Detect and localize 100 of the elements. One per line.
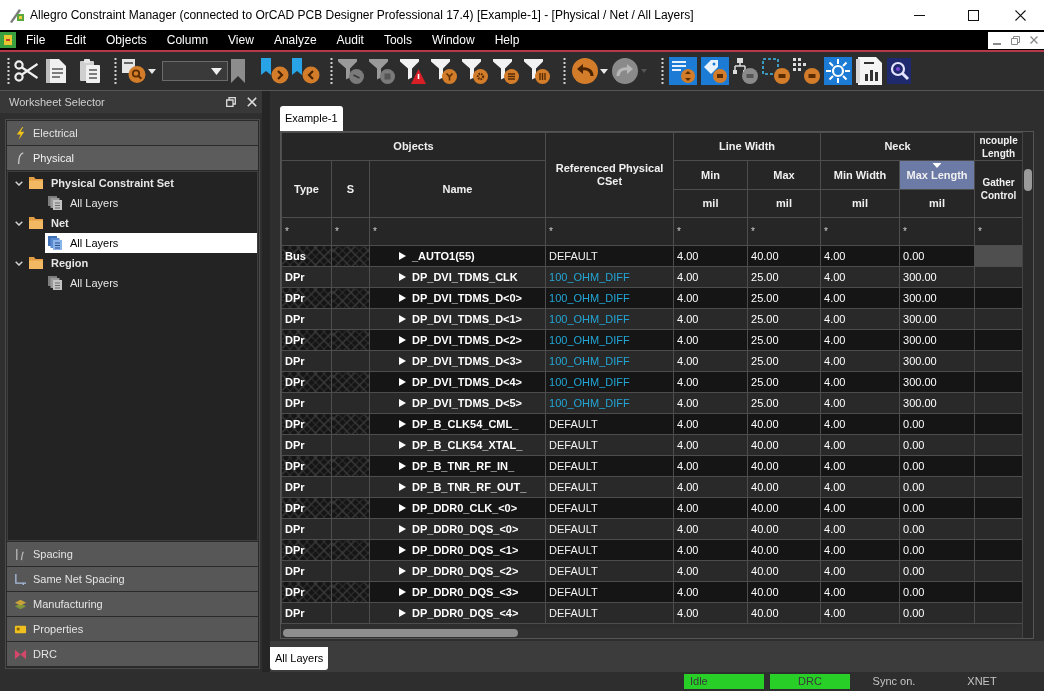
chevron-down-icon[interactable] (15, 220, 23, 226)
menu-item[interactable]: View (218, 30, 264, 50)
caret-icon[interactable] (600, 68, 608, 74)
bookmark-icon[interactable] (231, 59, 245, 83)
scrollbar-thumb[interactable] (1024, 169, 1032, 191)
menu-item[interactable]: Edit (55, 30, 97, 50)
expand-icon[interactable] (399, 336, 406, 344)
tab[interactable]: Example-1 (280, 106, 343, 131)
filter-bars-icon[interactable] (524, 58, 550, 84)
filter-icon[interactable] (338, 58, 364, 84)
filter-field[interactable]: * (281, 217, 332, 246)
column-group-header[interactable]: Line Width (673, 132, 821, 161)
column-header[interactable]: Type (281, 160, 332, 218)
filter-field[interactable]: * (747, 217, 821, 246)
search-icon[interactable] (887, 58, 911, 84)
chevron-down-icon[interactable] (15, 180, 23, 186)
toolbar-combo-field[interactable] (162, 61, 228, 81)
dot-grid-icon[interactable] (793, 58, 820, 84)
chevron-down-icon[interactable] (15, 260, 23, 266)
clipboard-icon[interactable] (80, 59, 100, 83)
expand-icon[interactable] (399, 504, 406, 512)
expand-icon[interactable] (399, 273, 406, 281)
tree-item[interactable]: All Layers (45, 273, 257, 293)
filter-icon[interactable] (431, 58, 457, 84)
accordion-header[interactable]: DRC (7, 642, 258, 666)
expand-icon[interactable] (399, 399, 406, 407)
bookmark-previous-icon[interactable] (292, 58, 320, 84)
column-group-header[interactable]: Objects (281, 132, 546, 161)
filter-field[interactable]: * (545, 217, 674, 246)
expand-icon[interactable] (399, 441, 406, 449)
grip-icon[interactable] (330, 58, 333, 84)
tag-badge-icon[interactable] (701, 57, 729, 85)
report-icon[interactable] (856, 57, 882, 85)
menu-item[interactable]: Help (484, 30, 530, 50)
network-icon[interactable] (732, 58, 758, 84)
caret-icon[interactable] (211, 67, 222, 75)
tree-item[interactable]: All Layers (45, 233, 257, 253)
menu-item[interactable]: Window (421, 30, 485, 50)
column-header[interactable]: S (331, 160, 370, 218)
expand-icon[interactable] (399, 588, 406, 596)
column-group-header[interactable]: ncouple Length (974, 132, 1022, 161)
expand-icon[interactable] (399, 462, 406, 470)
expand-icon[interactable] (399, 567, 406, 575)
bookmark-next-icon[interactable] (261, 58, 289, 84)
menu-item[interactable]: File (16, 30, 56, 50)
menu-item[interactable]: Tools (373, 30, 422, 50)
filter-icon[interactable] (369, 58, 395, 84)
expand-icon[interactable] (399, 546, 406, 554)
accordion-header[interactable]: Physical (7, 146, 258, 170)
column-header[interactable]: Min (673, 160, 748, 190)
filter-list-icon[interactable] (493, 58, 519, 84)
redo-icon[interactable] (612, 58, 638, 84)
column-header[interactable]: Gather Control (974, 160, 1022, 218)
accordion-header[interactable]: Properties (7, 617, 258, 641)
expand-icon[interactable] (399, 378, 406, 386)
list-badge-icon[interactable] (669, 57, 697, 85)
column-group-header[interactable]: Neck (820, 132, 975, 161)
menu-item[interactable]: Analyze (263, 30, 327, 50)
expand-icon[interactable] (399, 420, 406, 428)
column-header[interactable]: Max (747, 160, 821, 190)
expand-icon[interactable] (399, 315, 406, 323)
document-icon[interactable] (46, 59, 66, 83)
close-icon[interactable] (1015, 9, 1026, 21)
expand-icon[interactable] (399, 252, 406, 260)
expand-icon[interactable] (399, 357, 406, 365)
expand-icon[interactable] (399, 525, 406, 533)
app-icon[interactable] (0, 32, 16, 48)
minimize-icon[interactable] (914, 14, 925, 16)
menu-item[interactable]: Column (156, 30, 219, 50)
accordion-header[interactable]: Manufacturing (7, 592, 258, 616)
grip-icon[interactable] (7, 58, 10, 84)
expand-icon[interactable] (399, 609, 406, 617)
tree-item[interactable]: Net (8, 213, 257, 233)
column-header[interactable]: Max Length (899, 160, 975, 190)
menu-item[interactable]: Audit (326, 30, 374, 50)
tree-item[interactable]: All Layers (45, 193, 257, 213)
accordion-header[interactable]: Same Net Spacing (7, 567, 258, 591)
grip-icon[interactable] (114, 58, 117, 84)
caret-icon[interactable] (148, 68, 156, 74)
column-header[interactable]: Name (369, 160, 546, 218)
grip-icon[interactable] (661, 58, 664, 84)
filter-field[interactable]: * (820, 217, 900, 246)
expand-icon[interactable] (399, 294, 406, 302)
expand-icon[interactable] (399, 483, 406, 491)
grip-icon[interactable] (563, 58, 566, 84)
maximize-icon[interactable] (968, 9, 979, 21)
column-header[interactable]: Referenced Physical CSet (545, 132, 674, 218)
find-icon[interactable] (122, 59, 146, 83)
accordion-header[interactable]: Spacing (7, 542, 258, 566)
filter-field[interactable]: * (899, 217, 975, 246)
vertical-scrollbar[interactable] (1022, 132, 1033, 638)
filter-field[interactable]: * (369, 217, 546, 246)
accordion-header[interactable]: Electrical (7, 121, 258, 145)
menu-item[interactable]: Objects (96, 30, 157, 50)
dashed-box-icon[interactable] (762, 58, 790, 84)
filter-warning-icon[interactable] (400, 58, 426, 84)
tab[interactable]: All Layers (270, 647, 329, 670)
undo-icon[interactable] (572, 58, 598, 84)
tree-item[interactable]: Region (8, 253, 257, 273)
filter-field[interactable]: * (673, 217, 748, 246)
